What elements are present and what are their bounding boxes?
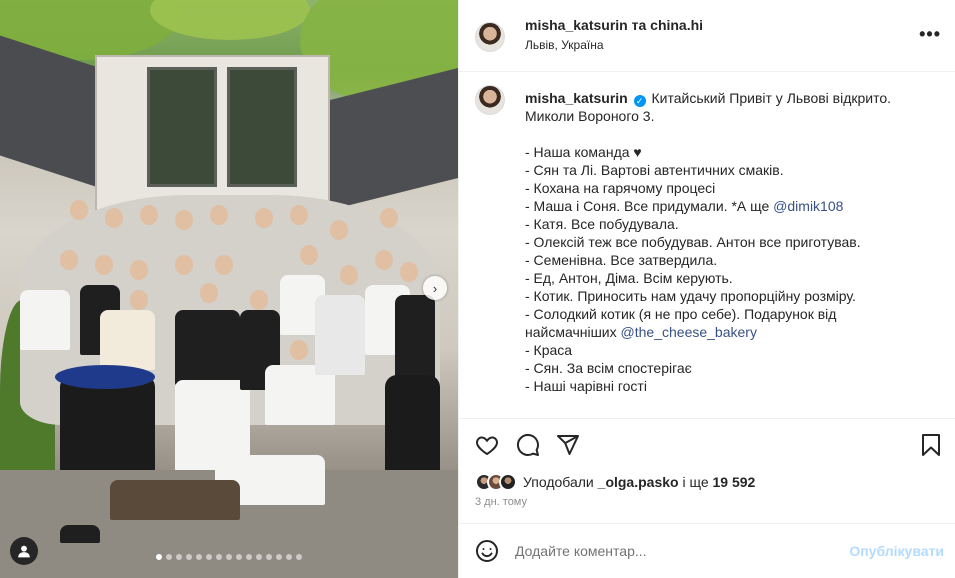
heart-icon xyxy=(476,436,498,456)
verified-badge-icon: ✓ xyxy=(633,95,646,107)
collab-joiner: та xyxy=(631,17,647,33)
caption-line: - Кохана на гарячому процесі xyxy=(525,180,716,196)
caption-line: Миколи Вороного 3. xyxy=(525,108,655,124)
carousel-dot xyxy=(156,554,162,560)
caption-line: - Наші чарівні гості xyxy=(525,378,647,394)
next-slide-button[interactable]: › xyxy=(423,276,447,300)
post-side-panel: misha_katsurin та china.hi Львів, Україн… xyxy=(458,0,955,578)
caption-line: - Маша і Соня. Все придумали. *А ще xyxy=(525,198,770,214)
tagged-users-button[interactable] xyxy=(10,537,38,565)
share-icon xyxy=(557,435,579,455)
likes-count[interactable]: 19 592 xyxy=(713,474,756,490)
publish-button[interactable]: Опублікувати xyxy=(849,543,944,559)
liker-username[interactable]: _olga.pasko xyxy=(598,474,679,490)
carousel-dot xyxy=(276,554,282,560)
emoji-button[interactable] xyxy=(475,539,499,568)
carousel-dot xyxy=(296,554,302,560)
like-button[interactable] xyxy=(475,433,499,462)
author-username[interactable]: misha_katsurin xyxy=(525,17,628,33)
caption-line: Китайський Привіт у Львові відкрито. xyxy=(651,90,892,106)
save-button[interactable] xyxy=(920,433,942,462)
mention-link[interactable]: @dimik108 xyxy=(773,198,843,214)
carousel-dot xyxy=(166,554,172,560)
carousel-dot xyxy=(196,554,202,560)
comment-button[interactable] xyxy=(516,433,540,462)
more-horizontal-icon: ••• xyxy=(919,24,941,44)
post-photo[interactable]: › xyxy=(0,0,458,578)
carousel-dot xyxy=(286,554,292,560)
carousel-dot xyxy=(256,554,262,560)
post-authors: misha_katsurin та china.hi xyxy=(525,17,703,33)
avatar[interactable] xyxy=(475,22,505,52)
post-timestamp[interactable]: 3 дн. тому xyxy=(475,496,527,508)
carousel-dot xyxy=(216,554,222,560)
post-actions xyxy=(459,418,955,470)
more-options-button[interactable]: ••• xyxy=(919,24,941,45)
emoji-icon xyxy=(476,540,498,562)
caption-line: - Сян. За всім спостерігає xyxy=(525,360,692,376)
caption-avatar[interactable] xyxy=(475,85,505,115)
caption-text: misha_katsurin ✓ Китайський Привіт у Льв… xyxy=(525,89,935,395)
bookmark-icon xyxy=(922,434,940,456)
carousel-dot xyxy=(186,554,192,560)
carousel-dot xyxy=(206,554,212,560)
chevron-right-icon: › xyxy=(432,280,438,296)
comment-icon xyxy=(516,433,539,456)
caption-line: - Котик. Приносить нам удачу пропорційну… xyxy=(525,288,856,304)
collab-username[interactable]: china.hi xyxy=(650,17,703,33)
caption-line: найсмачніших xyxy=(525,324,617,340)
comment-input[interactable] xyxy=(515,541,835,561)
caption-line: - Олексій теж все побудував. Антон все п… xyxy=(525,234,861,250)
share-button[interactable] xyxy=(556,433,580,462)
caption-line-with-mention: найсмачніших @the_cheese_bakery xyxy=(525,323,935,341)
caption-line: - Ед, Антон, Діма. Всім керують. xyxy=(525,270,733,286)
comment-bar: Опублікувати xyxy=(459,523,955,578)
post-caption: misha_katsurin ✓ Китайський Привіт у Льв… xyxy=(459,73,955,418)
caption-line-with-mention: - Маша і Соня. Все придумали. *А ще @dim… xyxy=(525,197,935,215)
likes-text: Уподобали _olga.pasko і ще 19 592 xyxy=(523,474,755,490)
likes-prefix: Уподобали xyxy=(523,474,594,490)
mention-link[interactable]: @the_cheese_bakery xyxy=(621,324,757,340)
caption-line xyxy=(525,125,935,143)
likes-joiner: і ще xyxy=(682,474,709,490)
carousel-dot xyxy=(246,554,252,560)
carousel-dot xyxy=(176,554,182,560)
caption-username[interactable]: misha_katsurin xyxy=(525,90,628,106)
post-location[interactable]: Львів, Україна xyxy=(525,38,604,52)
carousel-dot xyxy=(236,554,242,560)
caption-line: - Сян та Лі. Вартові автентичних смаків. xyxy=(525,162,784,178)
carousel-indicator xyxy=(0,554,458,560)
caption-line: - Катя. Все побудувала. xyxy=(525,216,679,232)
carousel-dot xyxy=(226,554,232,560)
caption-line: - Краса xyxy=(525,342,573,358)
liker-avatar xyxy=(499,473,517,491)
likes-summary[interactable]: Уподобали _olga.pasko і ще 19 592 xyxy=(475,472,755,492)
caption-line: - Семенівна. Все затвердила. xyxy=(525,252,718,268)
carousel-dot xyxy=(266,554,272,560)
post-header: misha_katsurin та china.hi Львів, Україн… xyxy=(459,0,955,72)
caption-line: - Солодкий котик (я не про себе). Подару… xyxy=(525,306,837,322)
caption-line: - Наша команда ♥ xyxy=(525,144,642,160)
